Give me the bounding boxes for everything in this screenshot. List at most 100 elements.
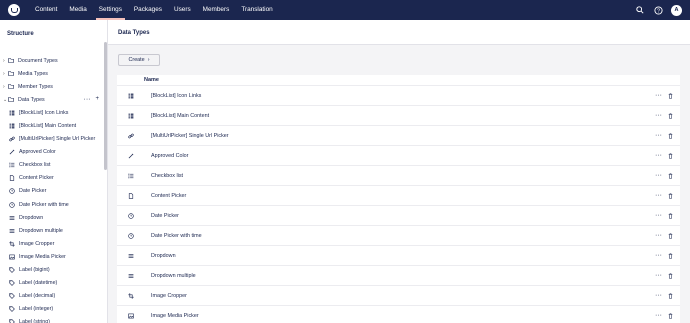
more-actions-icon[interactable]: ··· <box>655 172 662 179</box>
row-name[interactable]: [BlockList] Main Content <box>144 113 655 119</box>
tree-child-item[interactable]: Content Picker <box>0 172 107 185</box>
more-actions-icon[interactable]: ··· <box>655 112 662 119</box>
nav-tab-members[interactable]: Members <box>197 0 236 20</box>
tree-child-item[interactable]: Checkbox list <box>0 159 107 172</box>
trash-icon[interactable] <box>668 112 673 119</box>
sidebar-scrollbar[interactable] <box>104 42 107 170</box>
tree-child-item[interactable]: Label (decimal) <box>0 290 107 303</box>
row-name[interactable]: Date Picker with time <box>144 233 655 239</box>
more-actions-icon[interactable]: ··· <box>655 192 662 199</box>
nav-tab-users[interactable]: Users <box>168 0 197 20</box>
tree-item-label: Dropdown <box>19 214 44 221</box>
help-icon[interactable]: ? <box>653 5 663 15</box>
table-row[interactable]: Checkbox list ··· <box>117 166 680 186</box>
tree-child-item[interactable]: [BlockList] Icon Links <box>0 106 107 119</box>
row-name[interactable]: Image Cropper <box>144 293 655 299</box>
tree-child-item[interactable]: Dropdown multiple <box>0 224 107 237</box>
more-actions-icon[interactable]: ··· <box>655 292 662 299</box>
more-actions-icon[interactable]: ··· <box>655 212 662 219</box>
nav-tab-packages[interactable]: Packages <box>128 0 168 20</box>
block-list-icon <box>117 93 144 99</box>
column-header-name[interactable]: Name <box>117 75 680 86</box>
more-actions-icon[interactable]: ··· <box>83 96 90 103</box>
trash-icon[interactable] <box>668 292 673 299</box>
row-name[interactable]: Approved Color <box>144 153 655 159</box>
nav-tab-translation[interactable]: Translation <box>235 0 278 20</box>
umbraco-logo[interactable] <box>8 4 20 16</box>
table-row[interactable]: [BlockList] Icon Links ··· <box>117 86 680 106</box>
section-nav: Content Media Settings Packages Users Members… <box>29 0 279 20</box>
tree-root-item[interactable]: › Media Types <box>0 67 107 80</box>
table-row[interactable]: Date Picker ··· <box>117 206 680 226</box>
table-row[interactable]: Image Media Picker ··· <box>117 306 680 323</box>
table-row[interactable]: Dropdown ··· <box>117 246 680 266</box>
tree-child-item[interactable]: Label (bigint) <box>0 264 107 277</box>
tree-child-item[interactable]: Date Picker with time <box>0 198 107 211</box>
tree-child-item[interactable]: Image Media Picker <box>0 250 107 263</box>
clock-icon <box>117 212 144 219</box>
trash-icon[interactable] <box>668 212 673 219</box>
tree-child-item[interactable]: Label (datetime) <box>0 277 107 290</box>
row-name[interactable]: Dropdown <box>144 253 655 259</box>
page-title: Data Types <box>108 20 690 45</box>
user-avatar[interactable]: A <box>671 4 682 16</box>
more-actions-icon[interactable]: ··· <box>655 152 662 159</box>
tree-root-item[interactable]: ⌄ Data Types ··· + <box>0 93 107 106</box>
tree-child-item[interactable]: Date Picker <box>0 185 107 198</box>
tree-root-item[interactable]: › Member Types <box>0 80 107 93</box>
tree-child-item[interactable]: Approved Color <box>0 146 107 159</box>
more-actions-icon[interactable]: ··· <box>655 232 662 239</box>
trash-icon[interactable] <box>668 152 673 159</box>
more-actions-icon[interactable]: ··· <box>655 272 662 279</box>
nav-tab-media[interactable]: Media <box>63 0 92 20</box>
search-icon[interactable] <box>635 5 645 15</box>
tree-root-item[interactable]: › Document Types <box>0 54 107 67</box>
tree-item-label: Label (datetime) <box>19 280 58 287</box>
tree-child-item[interactable]: [BlockList] Main Content <box>0 119 107 132</box>
trash-icon[interactable] <box>668 172 673 179</box>
trash-icon[interactable] <box>668 272 673 279</box>
row-name[interactable]: [BlockList] Icon Links <box>144 93 655 99</box>
tree-item-label: Media Types <box>18 70 48 77</box>
eyedropper-icon <box>117 153 144 159</box>
trash-icon[interactable] <box>668 312 673 319</box>
add-icon[interactable]: + <box>95 96 99 103</box>
more-actions-icon[interactable]: ··· <box>655 252 662 259</box>
tree-child-item[interactable]: [MultiUrlPicker] Single Url Picker <box>0 133 107 146</box>
tree-child-item[interactable]: Label (integer) <box>0 303 107 316</box>
create-button[interactable]: Create › <box>118 54 160 66</box>
tree-item-label: [BlockList] Icon Links <box>19 109 69 116</box>
more-actions-icon[interactable]: ··· <box>655 132 662 139</box>
more-actions-icon[interactable]: ··· <box>655 92 662 99</box>
chevron-right-icon: › <box>147 57 150 63</box>
row-name[interactable]: Checkbox list <box>144 173 655 179</box>
trash-icon[interactable] <box>668 92 673 99</box>
table-row[interactable]: Dropdown multiple ··· <box>117 266 680 286</box>
table-row[interactable]: Image Cropper ··· <box>117 286 680 306</box>
row-name[interactable]: Content Picker <box>144 193 655 199</box>
more-actions-icon[interactable]: ··· <box>655 312 662 319</box>
trash-icon[interactable] <box>668 232 673 239</box>
table-row[interactable]: [BlockList] Main Content ··· <box>117 106 680 126</box>
trash-icon[interactable] <box>668 132 673 139</box>
table-row[interactable]: [MultiUrlPicker] Single Url Picker ··· <box>117 126 680 146</box>
row-name[interactable]: [MultiUrlPicker] Single Url Picker <box>144 133 655 139</box>
row-name[interactable]: Image Media Picker <box>144 313 655 319</box>
menu-icon <box>9 215 19 221</box>
tree-child-item[interactable]: Image Cropper <box>0 237 107 250</box>
trash-icon[interactable] <box>668 252 673 259</box>
tree-item-label: Content Picker <box>19 175 54 182</box>
table-row[interactable]: Approved Color ··· <box>117 146 680 166</box>
row-name[interactable]: Dropdown multiple <box>144 273 655 279</box>
tree-item-label: Dropdown multiple <box>19 227 63 234</box>
folder-icon <box>8 97 18 103</box>
trash-icon[interactable] <box>668 192 673 199</box>
tree-item-label: Date Picker with time <box>19 201 69 208</box>
nav-tab-content[interactable]: Content <box>29 0 63 20</box>
tree-child-item[interactable]: Label (string) <box>0 316 107 323</box>
nav-tab-settings[interactable]: Settings <box>93 0 128 20</box>
table-row[interactable]: Date Picker with time ··· <box>117 226 680 246</box>
table-row[interactable]: Content Picker ··· <box>117 186 680 206</box>
tree-child-item[interactable]: Dropdown <box>0 211 107 224</box>
row-name[interactable]: Date Picker <box>144 213 655 219</box>
